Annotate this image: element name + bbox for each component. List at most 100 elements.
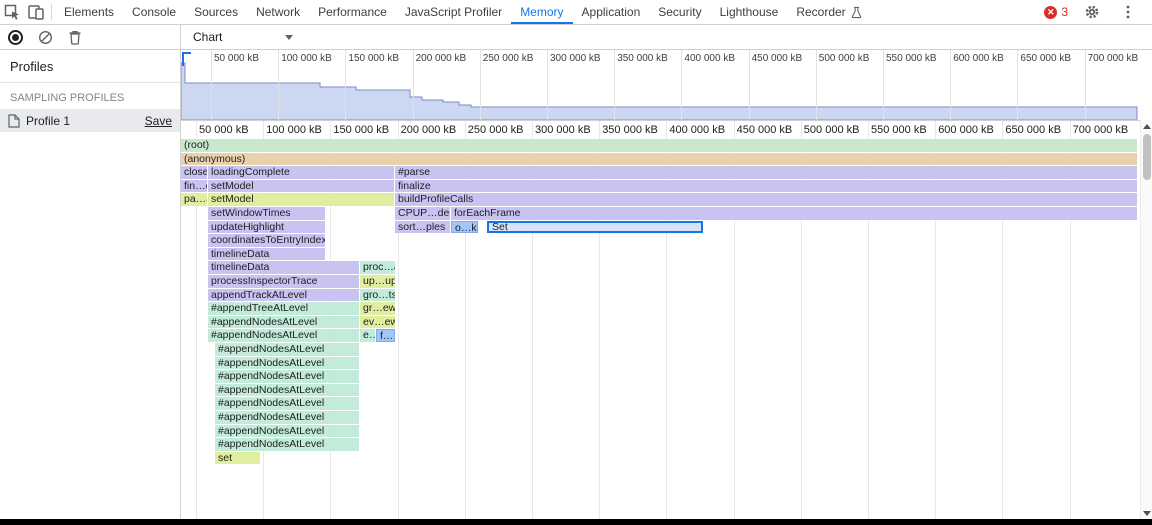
profiles-sidebar: Profiles SAMPLING PROFILES Profile 1 Sav… [0, 50, 181, 519]
axis-label: 550 000 kB [871, 124, 927, 136]
flame-bar[interactable]: #appendNodesAtLevel [208, 329, 359, 342]
scroll-up-button[interactable] [1141, 120, 1152, 132]
tab-console[interactable]: Console [123, 0, 185, 24]
flame-bar[interactable]: proc…ata [360, 261, 395, 274]
tab-recorder[interactable]: Recorder [787, 0, 870, 24]
tab-network[interactable]: Network [247, 0, 309, 24]
experiment-flask-icon [851, 6, 862, 19]
memory-overview[interactable]: 50 000 kB100 000 kB150 000 kB200 000 kB2… [181, 50, 1140, 121]
tab-javascript-profiler[interactable]: JavaScript Profiler [396, 0, 511, 24]
scroll-down-button[interactable] [1141, 507, 1152, 519]
save-profile-link[interactable]: Save [145, 114, 172, 128]
flame-bar[interactable]: forEachFrame [451, 207, 1137, 220]
flame-bar[interactable]: #appendNodesAtLevel [215, 438, 359, 451]
flame-bar[interactable]: processInspectorTrace [208, 275, 359, 288]
tab-sources[interactable]: Sources [185, 0, 247, 24]
flame-bar[interactable]: finalize [395, 180, 1137, 193]
flame-bar[interactable]: #appendNodesAtLevel [215, 425, 359, 438]
flame-bar[interactable]: #appendNodesAtLevel [215, 384, 359, 397]
flame-bar[interactable]: setModel [208, 180, 394, 193]
flame-bar[interactable]: f…r [376, 329, 395, 342]
flame-bar[interactable]: ev…ew [360, 316, 395, 329]
axis-label: 150 000 kB [333, 124, 389, 136]
flame-bar[interactable]: #parse [395, 166, 1137, 179]
profile-name: Profile 1 [26, 114, 70, 128]
flame-bar[interactable]: loadingComplete [208, 166, 394, 179]
tab-label: Memory [520, 5, 563, 19]
gridline [614, 50, 615, 120]
error-count-badge[interactable]: ✕ 3 [1044, 5, 1068, 19]
gridline [749, 50, 750, 120]
error-count: 3 [1061, 5, 1068, 19]
toolbar-divider [51, 4, 52, 20]
flame-bar[interactable]: setModel [208, 193, 394, 206]
gridline [547, 50, 548, 120]
tab-label: Performance [318, 5, 387, 19]
gridline [345, 50, 346, 120]
flame-bar[interactable]: (root) [181, 139, 1137, 152]
flame-bar[interactable]: up…up [360, 275, 395, 288]
tab-elements[interactable]: Elements [55, 0, 123, 24]
flame-bar[interactable]: setWindowTimes [208, 207, 325, 220]
record-heap-profile-button[interactable] [8, 30, 23, 45]
error-icon: ✕ [1044, 6, 1057, 19]
more-options-kebab-icon[interactable] [1116, 0, 1140, 24]
flame-bars-layer: (root)(anonymous)closeloadingComplete#pa… [181, 139, 1140, 519]
vertical-scrollbar[interactable] [1140, 120, 1152, 519]
flame-bar[interactable]: #appendNodesAtLevel [215, 411, 359, 424]
tab-lighthouse[interactable]: Lighthouse [711, 0, 788, 24]
flame-bar[interactable]: #appendNodesAtLevel [215, 370, 359, 383]
flame-bar[interactable]: #appendTreeAtLevel [208, 302, 359, 315]
flame-bar[interactable]: o…k [451, 221, 478, 234]
tab-performance[interactable]: Performance [309, 0, 396, 24]
flame-bar[interactable]: buildProfileCalls [395, 193, 1137, 206]
trash-icon[interactable] [68, 25, 82, 49]
chevron-down-icon [285, 35, 293, 40]
flame-bar[interactable]: gr…ew [360, 302, 395, 315]
axis-label: 50 000 kB [214, 53, 259, 64]
flame-chart-body: 50 000 kB100 000 kB150 000 kB200 000 kB2… [181, 121, 1140, 519]
axis-label: 500 000 kB [804, 124, 860, 136]
tab-label: Sources [194, 5, 238, 19]
flame-bar[interactable]: timelineData [208, 261, 359, 274]
flame-bar[interactable]: #appendNodesAtLevel [215, 343, 359, 356]
flame-bar[interactable]: timelineData [208, 248, 325, 261]
inspect-element-icon[interactable] [0, 0, 24, 24]
tab-label: Elements [64, 5, 114, 19]
flame-bar[interactable]: close [181, 166, 207, 179]
view-mode-select[interactable]: Chart [189, 27, 297, 47]
axis-label: 200 000 kB [401, 124, 457, 136]
flame-bar[interactable]: CPUP…del [395, 207, 450, 220]
axis-label: 200 000 kB [416, 53, 467, 64]
flame-bar[interactable]: #appendNodesAtLevel [208, 316, 359, 329]
tab-application[interactable]: Application [573, 0, 650, 24]
clear-profiles-icon[interactable] [38, 25, 53, 49]
axis-label: 650 000 kB [1020, 53, 1071, 64]
device-toolbar-icon[interactable] [24, 0, 48, 24]
flame-bar[interactable]: e… [360, 329, 375, 342]
gridline [278, 50, 279, 120]
flame-bar[interactable]: Set [487, 221, 703, 234]
sidebar-item-profile-1[interactable]: Profile 1 Save [0, 109, 180, 132]
flame-bar[interactable]: #appendNodesAtLevel [215, 397, 359, 410]
tab-security[interactable]: Security [649, 0, 710, 24]
flame-bar[interactable]: appendTrackAtLevel [208, 289, 359, 302]
scrollbar-thumb[interactable] [1143, 134, 1151, 180]
tab-label: Security [658, 5, 701, 19]
flame-bar[interactable]: updateHighlight [208, 221, 325, 234]
axis-label: 600 000 kB [938, 124, 994, 136]
flame-bar[interactable]: sort…ples [395, 221, 450, 234]
settings-gear-icon[interactable] [1080, 0, 1104, 24]
flame-bar[interactable]: fin…ce [181, 180, 207, 193]
flame-bar[interactable]: #appendNodesAtLevel [215, 357, 359, 370]
tab-memory[interactable]: Memory [511, 0, 572, 24]
flame-bar[interactable]: gro…ts [360, 289, 395, 302]
axis-label: 300 000 kB [535, 124, 591, 136]
flame-bar[interactable]: pa…at [181, 193, 207, 206]
gridline [950, 50, 951, 120]
axis-label: 550 000 kB [886, 53, 937, 64]
flame-bar[interactable]: set [215, 452, 260, 465]
overview-left-drag-handle[interactable] [182, 52, 191, 66]
flame-bar[interactable]: (anonymous) [181, 153, 1137, 166]
flame-bar[interactable]: coordinatesToEntryIndex [208, 234, 325, 247]
